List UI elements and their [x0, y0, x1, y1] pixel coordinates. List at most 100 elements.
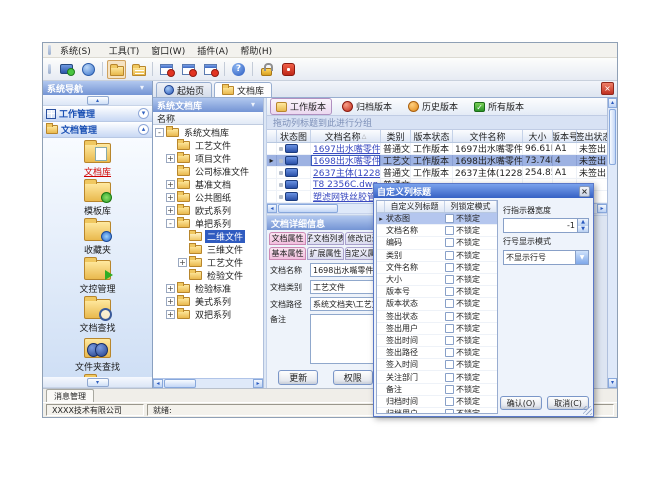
group-by-bar[interactable]: 拖动列标题到此进行分组: [267, 116, 607, 130]
grid-row[interactable]: 签出用户 不锁定: [377, 323, 497, 335]
detail-tab[interactable]: 文档属性: [269, 232, 306, 245]
tree-horizontal-scrollbar[interactable]: [153, 378, 263, 388]
tree-item[interactable]: 美式系列: [153, 295, 263, 308]
sidebar-item[interactable]: 文件夹查找: [43, 338, 152, 373]
detail-subtab[interactable]: 扩展属性: [307, 247, 344, 260]
sidebar-panel-work[interactable]: 工作管理: [43, 106, 152, 122]
doc-name-cell[interactable]: 1697出水嘴零件图.dwg: [311, 143, 381, 154]
scroll-down-button[interactable]: [608, 378, 617, 388]
grid-row[interactable]: 类别 不锁定: [377, 250, 497, 262]
globe-icon[interactable]: [79, 60, 98, 79]
tree-item[interactable]: 系统文档库: [153, 126, 263, 139]
doc-name-cell[interactable]: 1698出水嘴零件图.dwg: [311, 155, 381, 166]
sidebar-item[interactable]: 文控管理: [43, 260, 152, 295]
grid-row[interactable]: 状态图 不锁定: [377, 213, 497, 225]
help-icon[interactable]: [229, 60, 248, 79]
permission-button[interactable]: 权限: [333, 370, 373, 385]
grid-row[interactable]: 归档用户 不锁定: [377, 408, 497, 414]
folder-open-icon[interactable]: [107, 60, 126, 79]
doc-name-cell[interactable]: 2637主体(12284).dwg: [311, 167, 381, 178]
version-tab[interactable]: 归档版本: [336, 98, 398, 115]
grid-row[interactable]: 关注部门 不锁定: [377, 371, 497, 383]
tree-item[interactable]: 检验标准: [153, 282, 263, 295]
lock-checkbox[interactable]: [445, 360, 454, 369]
grid-row[interactable]: 版本状态 不锁定: [377, 298, 497, 310]
grid-col2-header[interactable]: 列锁定模式: [445, 201, 497, 212]
tree-item[interactable]: 工艺文件: [153, 139, 263, 152]
lock-checkbox[interactable]: [445, 275, 454, 284]
lock-checkbox[interactable]: [445, 299, 454, 308]
scroll-left-button[interactable]: [267, 204, 277, 213]
resize-grip[interactable]: [583, 406, 592, 415]
lock-checkbox[interactable]: [445, 324, 454, 333]
column-header[interactable]: 版本状态: [411, 130, 453, 142]
sidebar-item[interactable]: 收藏夹: [43, 221, 152, 256]
stop-icon[interactable]: [279, 60, 298, 79]
detail-tab[interactable]: 子文档列表: [307, 232, 344, 245]
lock-checkbox[interactable]: [445, 214, 454, 223]
detail-subtab[interactable]: 基本属性: [269, 247, 306, 260]
scroll-up-button[interactable]: [87, 96, 109, 105]
doc-name-cell[interactable]: T8 2356C.dwg: [311, 179, 381, 190]
expand-toggle-icon[interactable]: [166, 193, 175, 202]
field-input[interactable]: 系统文档夹\工艺文件\: [310, 297, 381, 311]
grid-row[interactable]: 归档时间 不锁定: [377, 396, 497, 408]
expand-toggle-icon[interactable]: [166, 206, 175, 215]
sidebar-item[interactable]: 文档库: [43, 143, 152, 178]
sidebar-item[interactable]: 文档查找: [43, 299, 152, 334]
dialog-close-icon[interactable]: [579, 186, 590, 197]
expand-toggle-icon[interactable]: [155, 128, 164, 137]
field-input[interactable]: 工艺文件: [310, 280, 381, 294]
tree-item[interactable]: 基准文档: [153, 178, 263, 191]
version-tab[interactable]: 工作版本: [270, 98, 332, 115]
grid-row[interactable]: 文档名称 不锁定: [377, 225, 497, 237]
tree-column-header[interactable]: 名称: [153, 112, 263, 125]
lock-checkbox[interactable]: [445, 238, 454, 247]
tree-item[interactable]: 欧式系列: [153, 204, 263, 217]
lock-checkbox[interactable]: [445, 287, 454, 296]
grid-row[interactable]: 签出状态 不锁定: [377, 311, 497, 323]
grid-row[interactable]: 签出时间 不锁定: [377, 335, 497, 347]
spinner-value[interactable]: -1: [504, 219, 577, 232]
column-header[interactable]: 状态图: [277, 130, 311, 142]
column-header[interactable]: 版本号: [553, 130, 577, 142]
menu-item[interactable]: 帮助(H): [234, 43, 278, 58]
lock-checkbox[interactable]: [445, 397, 454, 406]
expand-toggle-icon[interactable]: [166, 284, 175, 293]
window-badge-icon-2[interactable]: [179, 60, 198, 79]
menu-item[interactable]: 系统(S): [54, 43, 97, 58]
doc-name-cell[interactable]: 塑滤网铁丝胶管（+...: [311, 191, 381, 202]
column-header[interactable]: 文档名称: [311, 130, 381, 142]
row-number-mode-dropdown[interactable]: 不显示行号: [503, 250, 589, 265]
table-row[interactable]: 1697出水嘴零件图.dwg 普通文档 工作版本 1697出水嘴零件图.dwg …: [267, 143, 607, 155]
grid-col1-header[interactable]: 自定义列标题: [385, 201, 445, 212]
tree-item[interactable]: 三维文件: [153, 243, 263, 256]
lock-checkbox[interactable]: [445, 263, 454, 272]
window-badge-icon-3[interactable]: [201, 60, 220, 79]
scroll-up-button[interactable]: [608, 98, 617, 108]
column-header[interactable]: 签出状态: [577, 130, 607, 142]
window-badge-icon-1[interactable]: [157, 60, 176, 79]
lock-checkbox[interactable]: [445, 348, 454, 357]
document-tab[interactable]: 文档库: [214, 82, 272, 97]
table-row[interactable]: 2637主体(12284).dwg 普通文档 工作版本 2637主体(12284…: [267, 167, 607, 179]
column-header[interactable]: 大小: [523, 130, 553, 142]
chevron-down-icon[interactable]: [575, 251, 588, 264]
grid-row[interactable]: 版本号 不锁定: [377, 286, 497, 298]
pin-icon[interactable]: [247, 100, 259, 110]
lock-checkbox[interactable]: [445, 336, 454, 345]
collapse-toggle-icon[interactable]: [138, 124, 149, 135]
scrollbar-thumb[interactable]: [609, 109, 616, 165]
lock-checkbox[interactable]: [445, 409, 454, 414]
grid-row[interactable]: 大小 不锁定: [377, 274, 497, 286]
lock-checkbox[interactable]: [445, 312, 454, 321]
lock-checkbox[interactable]: [445, 226, 454, 235]
table-row[interactable]: 1698出水嘴零件图.dwg 工艺文件 工作版本 1698出水嘴零件图.dwg …: [267, 155, 607, 167]
scroll-right-button[interactable]: [597, 204, 607, 213]
scrollbar-thumb[interactable]: [164, 379, 196, 388]
lock-checkbox[interactable]: [445, 385, 454, 394]
ok-button[interactable]: 确认(O): [500, 396, 542, 410]
grid-row[interactable]: 备注 不锁定: [377, 384, 497, 396]
scrollbar-thumb[interactable]: [278, 204, 338, 213]
pin-icon[interactable]: [136, 83, 148, 93]
